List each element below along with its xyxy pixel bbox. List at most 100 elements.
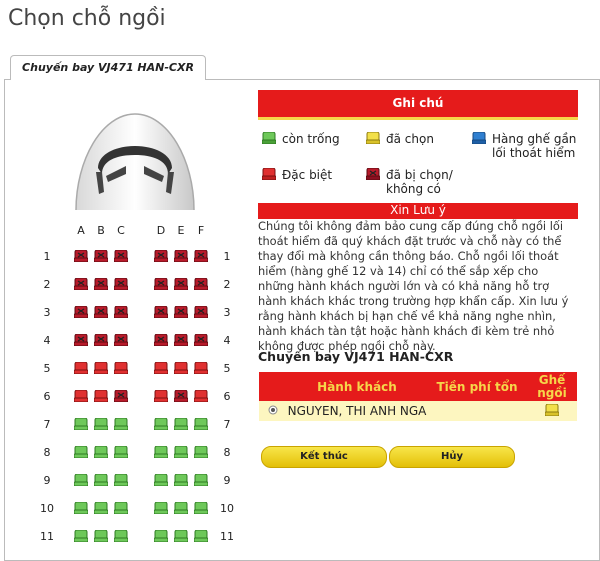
tab-flight[interactable]: Chuyến bay VJ471 HAN-CXR: [10, 55, 206, 80]
seat-taken: [94, 334, 108, 346]
legend-special-label: Đặc biệt: [282, 168, 333, 182]
seat-available[interactable]: [194, 418, 208, 430]
seat-available[interactable]: [174, 530, 188, 542]
row-number: 11: [220, 530, 234, 543]
seat-taken: [114, 278, 128, 290]
column-label: A: [77, 224, 85, 237]
caution-line: thay đổi mà không cần thông báo. Chỗ ngồ…: [258, 249, 559, 263]
seat-special: [74, 362, 88, 374]
row-number: 2: [223, 278, 231, 291]
legend-exit-line2: lối thoát hiểm: [492, 146, 576, 160]
passenger-table-header: Hành khách Tiền phí tổn Ghế ngồi: [259, 372, 577, 401]
seat-available[interactable]: [154, 502, 168, 514]
seat-available[interactable]: [154, 446, 168, 458]
legend-taken-line2: không có: [386, 182, 441, 196]
seat-available[interactable]: [174, 446, 188, 458]
seat-special: [154, 390, 168, 402]
caution-line: hành khách khác trong trường hợp khẩn cấ…: [258, 294, 569, 308]
seat-available[interactable]: [154, 474, 168, 486]
row-number: 10: [220, 502, 234, 515]
passenger-table: Hành khách Tiền phí tổn Ghế ngồi NGUYEN,…: [259, 372, 577, 421]
seat-exit-icon: [472, 132, 486, 144]
seat-available[interactable]: [174, 418, 188, 430]
seat-taken: [74, 250, 88, 262]
legend-exit-row: Hàng ghế gần lối thoát hiểm: [472, 132, 582, 162]
seat-taken: [194, 278, 208, 290]
seat-taken: [94, 278, 108, 290]
passenger-seat-cell: [527, 401, 577, 421]
seat-special: [74, 390, 88, 402]
seat-available[interactable]: [194, 502, 208, 514]
seat-available[interactable]: [154, 418, 168, 430]
seat-available[interactable]: [114, 530, 128, 542]
seat-available[interactable]: [74, 446, 88, 458]
seat-taken: [154, 334, 168, 346]
seat-special: [114, 362, 128, 374]
seat-available[interactable]: [94, 418, 108, 430]
page-title: Chọn chỗ ngồi: [8, 6, 166, 31]
seat-taken: [154, 306, 168, 318]
seat-available[interactable]: [94, 474, 108, 486]
seat-taken: [154, 278, 168, 290]
seat-taken: [94, 306, 108, 318]
seat-available[interactable]: [194, 446, 208, 458]
seat-taken: [174, 390, 188, 402]
seat-special: [194, 390, 208, 402]
row-number: 9: [43, 474, 51, 487]
row-number: 7: [223, 418, 231, 431]
fee-header: Tiền phí tổn: [427, 372, 527, 401]
seat-special: [194, 362, 208, 374]
radio-selected-icon[interactable]: [268, 405, 278, 415]
seat-available[interactable]: [94, 446, 108, 458]
seat-taken: [114, 334, 128, 346]
seat-available[interactable]: [114, 474, 128, 486]
caution-line: hành khách tàn tật hoặc hành khách đi kè…: [258, 324, 555, 338]
seat-taken: [194, 334, 208, 346]
seat-header-line2: ngồi: [537, 385, 567, 400]
seat-special: [154, 362, 168, 374]
passenger-name: NGUYEN, THI ANH NGA: [287, 401, 427, 421]
seat-available[interactable]: [194, 474, 208, 486]
legend-special: Đặc biệt: [262, 168, 362, 184]
legend-available-label: còn trống: [282, 132, 340, 146]
finish-button[interactable]: Kết thúc: [261, 446, 387, 468]
column-label: E: [177, 224, 185, 237]
seat-available[interactable]: [174, 502, 188, 514]
legend-taken-line1: đã bị chọn/: [386, 168, 453, 182]
row-number: 1: [223, 250, 231, 263]
seat-available[interactable]: [94, 502, 108, 514]
seat-available[interactable]: [114, 502, 128, 514]
row-number: 8: [43, 446, 51, 459]
caution-line: hiểm (hàng ghế 12 và 14) chỉ có thể sắp …: [258, 264, 539, 278]
seat-available[interactable]: [74, 474, 88, 486]
seat-available[interactable]: [94, 530, 108, 542]
seat-available[interactable]: [74, 502, 88, 514]
seat-available[interactable]: [154, 530, 168, 542]
caution-line: những hành khách người lớn và có khả năn…: [258, 279, 550, 293]
seat-available[interactable]: [74, 418, 88, 430]
row-number: 4: [223, 334, 231, 347]
seat-taken: [74, 306, 88, 318]
row-number: 3: [43, 306, 51, 319]
seat-taken: [174, 250, 188, 262]
seat-taken: [94, 250, 108, 262]
cancel-button[interactable]: Hủy: [389, 446, 515, 468]
seat-available[interactable]: [194, 530, 208, 542]
seat-available[interactable]: [74, 530, 88, 542]
seat-available[interactable]: [174, 474, 188, 486]
legend-selected-label: đã chọn: [386, 132, 434, 146]
seat-special: [94, 362, 108, 374]
seat-selected-icon: [366, 132, 380, 144]
row-number: 6: [43, 390, 51, 403]
seat-available[interactable]: [114, 418, 128, 430]
row-number: 8: [223, 446, 231, 459]
column-label: C: [117, 224, 125, 237]
seat-available-icon: [262, 132, 276, 144]
select-header: [259, 372, 287, 401]
row-number: 5: [223, 362, 231, 375]
table-row[interactable]: NGUYEN, THI ANH NGA: [259, 401, 577, 421]
seat-taken: [74, 334, 88, 346]
passenger-radio-cell[interactable]: [259, 401, 287, 421]
seat-available[interactable]: [114, 446, 128, 458]
legend-selected: đã chọn: [366, 132, 456, 148]
